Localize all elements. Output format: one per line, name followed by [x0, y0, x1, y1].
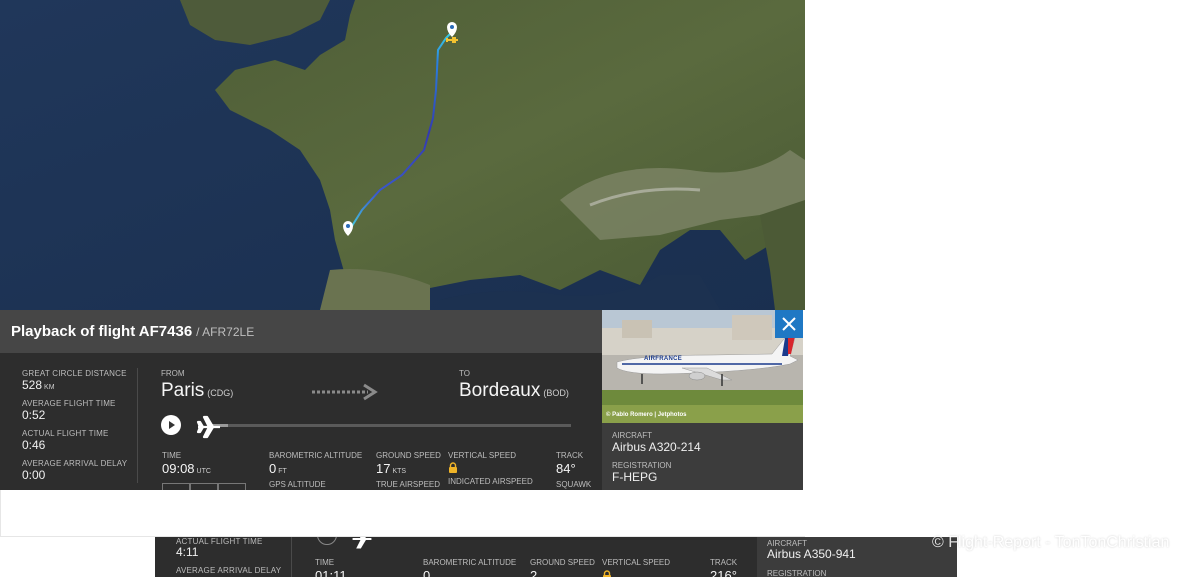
bg-delay-label: AVERAGE ARRIVAL DELAY — [176, 566, 282, 575]
destination-city[interactable]: Bordeaux (BOD) — [459, 380, 569, 402]
bg-track-label: TRACK — [710, 558, 738, 567]
time-label: TIME — [162, 451, 182, 460]
aircraft-value[interactable]: Airbus A320-214 — [612, 440, 701, 454]
lock-icon — [603, 570, 611, 577]
distance-value: 528 KM — [22, 378, 55, 392]
play-button[interactable] — [161, 415, 181, 435]
blank-area — [0, 490, 805, 537]
close-button[interactable] — [775, 310, 803, 338]
bg-registration-label: REGISTRATION — [767, 569, 827, 577]
baro-altitude-label: BAROMETRIC ALTITUDE — [269, 451, 363, 460]
ground-speed-value: 17 KTS — [376, 461, 407, 476]
map-canvas — [0, 0, 805, 310]
panel-header: Playback of flight AF7436/ AFR72LE — [0, 310, 603, 353]
track-label: TRACK — [556, 451, 584, 460]
bg-play-button[interactable] — [317, 537, 337, 545]
bg-time-label: TIME — [315, 558, 335, 567]
panel-title: Playback of flight AF7436/ AFR72LE — [11, 323, 254, 340]
bg-baro-label: BAROMETRIC ALTITUDE — [423, 558, 517, 567]
aircraft-label: AIRCRAFT — [612, 431, 652, 440]
divider — [291, 537, 292, 577]
chart-toggle-button[interactable] — [190, 483, 218, 490]
lock-icon[interactable] — [448, 462, 458, 474]
bg-vs-label: VERTICAL SPEED — [602, 558, 671, 567]
time-value: 09:08 UTC — [162, 461, 211, 476]
squawk-label: SQUAWK — [556, 480, 592, 489]
origin-city[interactable]: Paris (CDG) — [161, 380, 233, 402]
baro-altitude-value: 0 FT — [269, 461, 287, 476]
airplane-icon[interactable] — [195, 413, 223, 441]
to-label: TO — [459, 369, 470, 378]
bg-track-value: 216° — [710, 568, 737, 577]
aircraft-photo[interactable]: AIRFRANCE © Pablo Romero | Jetphotos — [602, 310, 803, 423]
bg-time-value: 01:11 — [315, 568, 347, 577]
indicated-airspeed-label: INDICATED AIRSPEED — [448, 477, 533, 486]
avg-flight-time-value: 0:52 — [22, 408, 46, 422]
vertical-speed-label: VERTICAL SPEED — [448, 451, 517, 460]
airplane-icon — [352, 537, 372, 549]
flight-title: Playback of flight AF7436 — [11, 323, 193, 340]
bg-baro-value: 0 — [423, 568, 431, 577]
watermark: © Flight-Report - TonTonChristian — [932, 534, 1170, 551]
divider — [137, 368, 138, 483]
route-arrow-icon — [312, 383, 378, 401]
callsign: / AFR72LE — [196, 325, 255, 339]
photo-credit[interactable]: © Pablo Romero | Jetphotos — [606, 412, 686, 418]
chart-toggle-button[interactable] — [162, 483, 190, 490]
playback-panel: Playback of flight AF7436/ AFR72LE GREAT… — [0, 310, 603, 490]
close-icon — [782, 317, 796, 331]
bg-gs-label: GROUND SPEED — [530, 558, 595, 567]
actual-flight-time-value: 0:46 — [22, 438, 46, 452]
livery-text: AIRFRANCE — [644, 356, 683, 362]
gps-altitude-label: GPS ALTITUDE — [269, 480, 326, 489]
arrival-delay-value: 0:00 — [22, 468, 46, 482]
registration-value[interactable]: F-HEPG — [612, 470, 657, 484]
aircraft-panel: AIRFRANCE © Pablo Romero | Jetphotos AIR… — [602, 310, 803, 490]
flight-map[interactable] — [0, 0, 805, 310]
arrival-delay-label: AVERAGE ARRIVAL DELAY — [22, 459, 128, 468]
registration-label: REGISTRATION — [612, 461, 672, 470]
distance-label: GREAT CIRCLE DISTANCE — [22, 369, 127, 378]
actual-flight-time-label: ACTUAL FLIGHT TIME — [22, 429, 109, 438]
true-airspeed-label: TRUE AIRSPEED — [376, 480, 441, 489]
background-playback-panel: ACTUAL FLIGHT TIME 4:11 AVERAGE ARRIVAL … — [155, 537, 957, 577]
ground-speed-label: GROUND SPEED — [376, 451, 441, 460]
avg-flight-time-label: AVERAGE FLIGHT TIME — [22, 399, 116, 408]
bg-aircraft-panel: AIRCRAFT Airbus A350-941 REGISTRATION — [757, 537, 957, 577]
playback-slider[interactable] — [210, 424, 571, 427]
from-label: FROM — [161, 369, 185, 378]
track-value: 84° — [556, 461, 576, 476]
bg-gs-value: 2 — [530, 568, 538, 577]
bg-aircraft-value: Airbus A350-941 — [767, 547, 856, 561]
chart-toggle-button[interactable] — [218, 483, 246, 490]
bg-actual-value: 4:11 — [176, 545, 199, 559]
